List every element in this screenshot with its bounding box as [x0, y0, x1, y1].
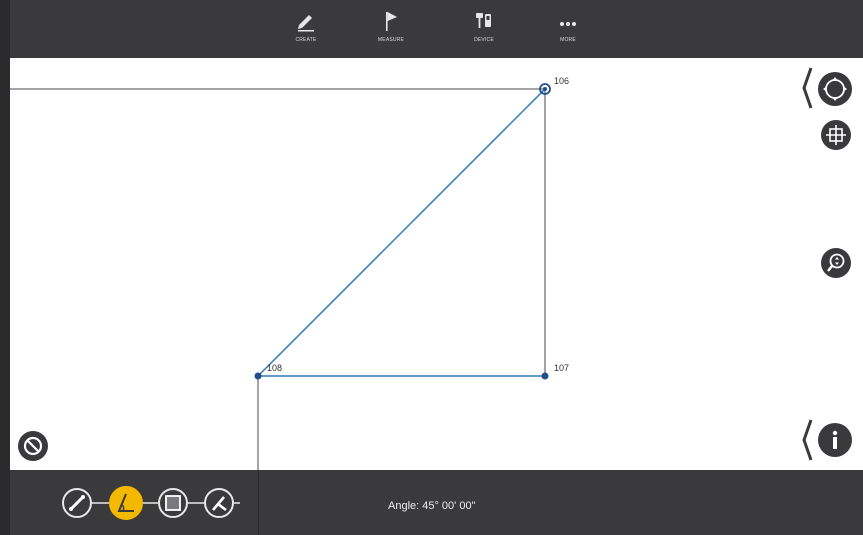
device-label: DEVICE: [474, 37, 494, 43]
point-108-marker[interactable]: [254, 372, 262, 380]
measure-line-hypotenuse: [257, 88, 546, 377]
angle-icon: [117, 493, 134, 512]
zoom-icon: [827, 253, 845, 272]
pan-button[interactable]: [818, 72, 852, 106]
map-canvas[interactable]: 106 107 108: [10, 58, 863, 470]
point-106-dot: [543, 87, 547, 91]
cancel-icon: [23, 436, 43, 456]
arc-tool-button[interactable]: [204, 488, 234, 518]
more-label: MORE: [560, 37, 576, 43]
bottom-divider: [258, 470, 259, 535]
create-menu-button[interactable]: CREATE: [276, 10, 336, 43]
info-button[interactable]: [818, 423, 852, 457]
flag-icon: [386, 12, 397, 31]
cancel-button[interactable]: [18, 431, 48, 461]
drawing-layer: [10, 83, 551, 470]
create-label: CREATE: [295, 37, 317, 43]
point-108-label: 108: [267, 363, 283, 373]
device-menu-button[interactable]: DEVICE: [454, 10, 514, 43]
crosshair-button[interactable]: [821, 120, 851, 150]
pan-panel-bracket-icon[interactable]: [801, 66, 813, 110]
measure-label: MEASURE: [377, 37, 405, 43]
zoom-button[interactable]: [821, 248, 851, 278]
measure-menu-button[interactable]: MEASURE: [361, 10, 421, 43]
point-107-label: 107: [554, 363, 570, 373]
more-icon: [560, 22, 576, 26]
info-icon: [832, 430, 838, 449]
crosshair-icon: [826, 125, 846, 145]
angle-readout: Angle: 45° 00' 00": [388, 500, 476, 512]
device-icon: [476, 13, 491, 28]
pan-icon: [823, 77, 847, 101]
square-icon: [165, 495, 181, 511]
distance-tool-button[interactable]: [62, 488, 92, 518]
bottom-toolbar: Angle: 45° 00' 00": [10, 470, 863, 535]
area-tool-button[interactable]: [158, 488, 188, 518]
point-106-label: 106: [554, 76, 570, 86]
more-menu-button[interactable]: MORE: [538, 10, 598, 43]
ruler-icon: [69, 495, 85, 511]
point-107-marker[interactable]: [541, 372, 549, 380]
info-panel-bracket-icon[interactable]: [801, 418, 813, 462]
compass-icon: [212, 496, 227, 512]
app-frame: CREATE MEASURE DEVICE MORE 106 107 108 A…: [0, 0, 863, 535]
top-toolbar: CREATE MEASURE DEVICE MORE: [10, 0, 863, 58]
angle-tool-button[interactable]: [109, 486, 143, 520]
pencil-icon: [298, 15, 314, 32]
